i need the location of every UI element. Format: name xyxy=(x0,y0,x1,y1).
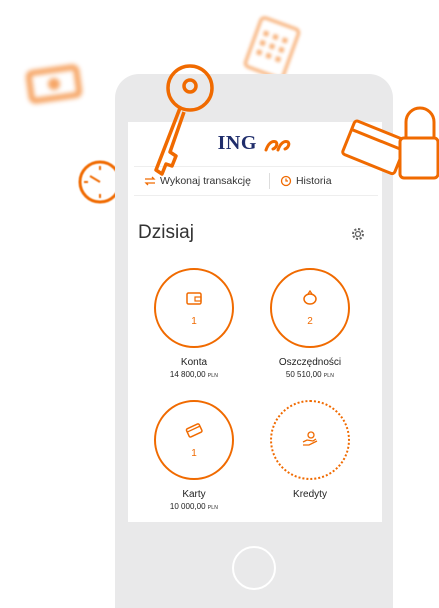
page-title: Dzisiaj xyxy=(138,222,194,243)
tile-accounts[interactable]: 1 Konta 14 800,00 PLN xyxy=(144,268,244,379)
cards-label: Karty xyxy=(182,489,206,500)
accounts-amount: 14 800,00 PLN xyxy=(144,370,244,379)
tile-loans[interactable]: Kredyty xyxy=(260,400,360,500)
hand-coins-icon xyxy=(302,431,318,446)
cards-count: 1 xyxy=(191,448,197,459)
cards-circle[interactable]: 1 xyxy=(154,400,234,480)
history-label: Historia xyxy=(295,175,332,187)
loans-circle[interactable] xyxy=(270,400,350,480)
savings-amount-value: 50 510,00 xyxy=(285,370,322,379)
savings-count: 2 xyxy=(307,316,313,327)
piggy-bank-icon xyxy=(303,290,317,305)
key-icon xyxy=(154,64,214,176)
accounts-circle[interactable]: 1 xyxy=(154,268,234,348)
savings-amount: 50 510,00 PLN xyxy=(260,370,360,379)
padlock-icon xyxy=(398,106,439,180)
loans-label: Kredyty xyxy=(293,489,327,500)
history-button[interactable]: Historia xyxy=(280,175,332,187)
accounts-label: Konta xyxy=(180,357,208,368)
card-icon xyxy=(185,423,203,438)
tile-savings[interactable]: 2 Oszczędności 50 510,00 PLN xyxy=(260,268,360,379)
calculator-icon xyxy=(243,16,301,80)
accounts-amount-value: 14 800,00 xyxy=(169,370,206,379)
tile-cards[interactable]: 1 Karty 10 000,00 PLN xyxy=(144,400,244,511)
accounts-count: 1 xyxy=(191,316,197,327)
cards-currency: PLN xyxy=(207,505,219,511)
lion-icon xyxy=(264,139,291,151)
accounts-currency: PLN xyxy=(207,373,219,379)
savings-circle[interactable]: 2 xyxy=(270,268,350,348)
history-clock-icon xyxy=(280,175,292,187)
savings-label: Oszczędności xyxy=(278,357,342,368)
phone-home-button xyxy=(232,546,276,590)
gear-icon[interactable] xyxy=(350,226,366,242)
wallet-icon xyxy=(186,292,202,305)
cash-icon xyxy=(26,64,82,104)
actions-divider xyxy=(268,173,270,189)
cards-amount: 10 000,00 PLN xyxy=(144,502,244,511)
cards-amount-value: 10 000,00 xyxy=(169,502,206,511)
savings-currency: PLN xyxy=(323,373,335,379)
